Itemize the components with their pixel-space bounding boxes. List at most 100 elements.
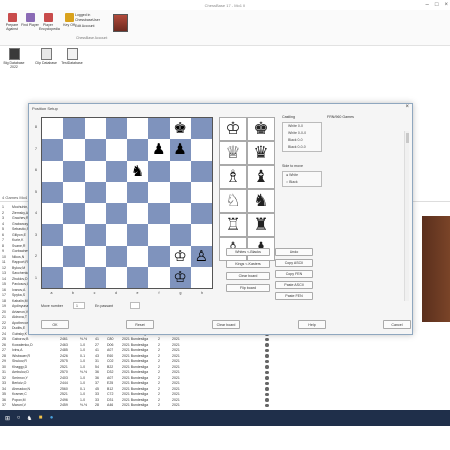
radio-black[interactable]: ○ Black [286,180,298,184]
flip-board-button[interactable]: Flip board [226,284,270,292]
close-icon[interactable]: × [405,104,409,110]
radio-white[interactable]: ● White [286,173,298,177]
help-button[interactable]: Help [298,320,326,329]
board-square[interactable] [42,266,64,288]
palette-piece-icon[interactable]: ♝ [247,165,275,189]
board-square[interactable] [84,118,106,140]
chess-piece-icon[interactable]: ♙ [195,248,208,264]
board-square[interactable]: ♙ [190,245,212,267]
board-square[interactable] [148,160,170,182]
board-square[interactable] [148,224,170,246]
database-item[interactable]: TestDatabase [58,48,86,65]
database-item[interactable]: Big Database 2022 [0,48,28,69]
board-square[interactable] [63,224,85,246]
board-square[interactable] [169,160,191,182]
board-square[interactable] [84,245,106,267]
clear-board-button[interactable]: Clear board [212,320,240,329]
board-square[interactable] [42,160,64,182]
palette-piece-icon[interactable]: ♔ [219,117,247,141]
windows-icon[interactable]: ⊞ [3,414,12,423]
board-square[interactable] [42,203,64,225]
close-icon[interactable]: × [444,0,448,10]
copy-ascii-button[interactable]: Copy ASCII [275,259,313,267]
board-square[interactable] [105,203,127,225]
kings-casters-button[interactable]: Kings <-Kasters [226,260,270,268]
copy-fen-button[interactable]: Copy FEN [275,270,313,278]
palette-piece-icon[interactable]: ♕ [219,141,247,165]
edit-account-link[interactable]: Edit Account [75,24,94,29]
browser-icon[interactable]: ● [47,414,56,423]
board-square[interactable] [190,160,212,182]
chess-app-icon[interactable]: ♞ [25,414,34,423]
whites-blacks-button[interactable]: Whites <-Blacks [226,248,270,256]
palette-piece-icon[interactable]: ♖ [219,213,247,237]
board-square[interactable] [127,245,149,267]
castling-option[interactable]: White 0-0 [288,124,303,128]
chess-piece-icon[interactable]: ♚ [173,121,186,136]
board-square[interactable] [42,181,64,203]
en-passant-field[interactable] [130,302,140,309]
move-number-field[interactable]: 1 [73,302,85,309]
palette-piece-icon[interactable]: ♞ [247,189,275,213]
board-square[interactable] [148,203,170,225]
table-row[interactable]: 37 Maruni,V 2459 ½-½ 28 A46 2021 Bundesliga 2 20… [0,402,410,409]
board-square[interactable] [148,181,170,203]
chess-piece-icon[interactable]: ♔ [173,269,186,285]
board-square[interactable]: ♞ [127,160,149,182]
board-square[interactable] [42,118,64,140]
castling-option[interactable]: Black 0-0-0 [288,145,306,149]
board-square[interactable] [105,118,127,140]
board-square[interactable] [42,245,64,267]
board-square[interactable] [190,139,212,161]
prepare-against-button[interactable]: Prepare Against [3,13,21,31]
board-square[interactable] [63,118,85,140]
board-square[interactable] [190,181,212,203]
chess-piece-icon[interactable]: ♟ [173,142,186,157]
board-square[interactable] [84,203,106,225]
board-square[interactable] [169,203,191,225]
board-square[interactable] [63,181,85,203]
folder-icon[interactable]: ■ [36,414,45,423]
board-square[interactable] [127,266,149,288]
castling-option[interactable]: White 0-0-0 [288,131,306,135]
board-square[interactable] [190,203,212,225]
board-square[interactable] [105,224,127,246]
board-square[interactable] [127,224,149,246]
board-square[interactable] [148,245,170,267]
board-square[interactable] [42,139,64,161]
avatar[interactable] [113,14,128,32]
database-item[interactable]: Clip Database [32,48,60,65]
board-square[interactable] [84,139,106,161]
board-square[interactable]: ♔ [169,266,191,288]
board-square[interactable]: ♚ [169,118,191,140]
board-square[interactable] [84,224,106,246]
palette-piece-icon[interactable]: ♘ [219,189,247,213]
minimize-icon[interactable]: – [426,0,429,10]
board-square[interactable] [169,181,191,203]
maximize-icon[interactable]: □ [435,0,439,10]
player-encyclopedia-button[interactable]: Player Encyclopedia [39,13,60,31]
castling-option[interactable]: Black 0-0 [288,138,303,142]
board-square[interactable] [148,266,170,288]
board-square[interactable] [63,139,85,161]
board-square[interactable]: ♟ [148,139,170,161]
palette-piece-icon[interactable]: ♗ [219,165,247,189]
board-square[interactable] [105,139,127,161]
board-square[interactable] [148,118,170,140]
board-square[interactable]: ♔ [169,245,191,267]
board-square[interactable] [105,266,127,288]
board-square[interactable]: ♟ [169,139,191,161]
clear-board-small-button[interactable]: Clear board [226,272,270,280]
board-square[interactable] [42,224,64,246]
palette-piece-icon[interactable]: ♚ [247,117,275,141]
board-square[interactable] [84,160,106,182]
board-square[interactable] [105,181,127,203]
board-square[interactable] [127,139,149,161]
board-square[interactable] [84,266,106,288]
board-square[interactable] [63,266,85,288]
undo-button[interactable]: Undo [275,248,313,256]
board-square[interactable] [63,245,85,267]
board-square[interactable] [105,245,127,267]
board-square[interactable] [63,160,85,182]
board-square[interactable] [190,266,212,288]
